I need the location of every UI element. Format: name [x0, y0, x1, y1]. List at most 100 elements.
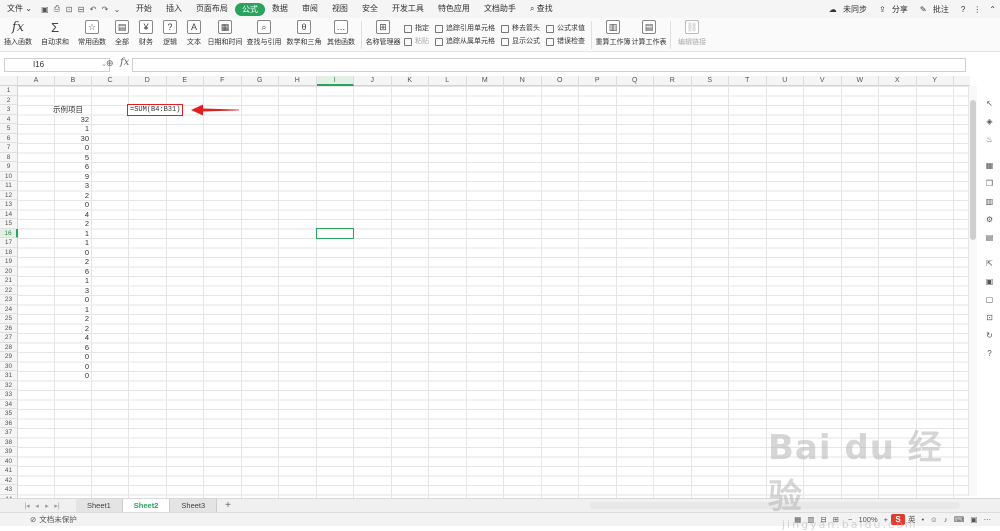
row-header-11[interactable]: 11 — [0, 181, 18, 191]
column-header-X[interactable]: X — [879, 76, 917, 86]
sidebar-tool-icon[interactable]: ❒ — [984, 178, 995, 189]
add-sheet-button[interactable]: + — [217, 500, 239, 511]
name-manager-button[interactable]: ⊞ 名称管理器 — [365, 18, 401, 52]
column-header-V[interactable]: V — [804, 76, 842, 86]
sheet-tab-3[interactable]: Sheet3 — [170, 499, 218, 512]
sync-status-button[interactable]: ☁ 未同步 — [825, 4, 875, 15]
value-cell[interactable]: 0 — [55, 352, 92, 362]
value-cell[interactable]: 2 — [55, 324, 92, 334]
evaluate-formula-button[interactable]: 公式求值 — [546, 22, 585, 35]
value-cell[interactable]: 6 — [55, 343, 92, 353]
column-header-M[interactable]: M — [467, 76, 504, 86]
row-header-10[interactable]: 10 — [0, 171, 18, 181]
math-trig-button[interactable]: θ 数学和三角 — [284, 18, 324, 52]
sidebar-tool-icon[interactable]: ⇱ — [984, 258, 995, 269]
logic-button[interactable]: ? 逻辑 — [158, 18, 182, 52]
value-cell[interactable]: 4 — [55, 210, 92, 220]
sidebar-tool-icon[interactable]: ▤ — [984, 232, 995, 243]
row-header-36[interactable]: 36 — [0, 418, 18, 428]
value-cell[interactable]: 4 — [55, 333, 92, 343]
sidebar-tool-icon[interactable]: ? — [984, 348, 995, 359]
trace-precedents-button[interactable]: 追踪引用单元格 — [435, 22, 495, 35]
comment-button[interactable]: ✎ 批注 — [916, 4, 957, 15]
row-header-31[interactable]: 31 — [0, 371, 18, 381]
insert-function-button[interactable]: fx 插入函数 — [0, 18, 36, 52]
value-cell[interactable]: 2 — [55, 257, 92, 267]
row-header-42[interactable]: 42 — [0, 475, 18, 485]
row-header-28[interactable]: 28 — [0, 342, 18, 352]
file-menu[interactable]: 文件 ⌄ — [0, 0, 39, 18]
column-header-I[interactable]: I — [316, 76, 354, 86]
sidebar-tool-icon[interactable]: ▣ — [984, 276, 995, 287]
row-header-17[interactable]: 17 — [0, 238, 18, 248]
share-button[interactable]: ⇪ 分享 — [875, 4, 916, 15]
column-header-O[interactable]: O — [542, 76, 579, 86]
more-icon[interactable]: ⋮ — [969, 5, 985, 14]
tab-4[interactable]: 数据 — [265, 0, 295, 18]
finance-button[interactable]: ¥ 财务 — [134, 18, 158, 52]
sheet-tab-2[interactable]: Sheet2 — [122, 499, 171, 512]
other-functions-button[interactable]: … 其他函数 — [324, 18, 358, 52]
quick-access-icon[interactable]: ↶ — [87, 5, 99, 14]
sheet-tab-1[interactable]: Sheet1 — [76, 499, 123, 512]
value-cell[interactable]: 3 — [55, 286, 92, 296]
tab-7[interactable]: 安全 — [355, 0, 385, 18]
calc-sheet-button[interactable]: ▤ 计算工作表 — [631, 18, 667, 52]
scroll-thumb[interactable] — [970, 100, 976, 240]
row-header-6[interactable]: 6 — [0, 133, 18, 143]
value-cell[interactable]: 6 — [55, 162, 92, 172]
fx-icon[interactable]: fx — [120, 57, 129, 68]
column-header-N[interactable]: N — [504, 76, 542, 86]
row-header-14[interactable]: 14 — [0, 209, 18, 219]
sidebar-tool-icon[interactable]: ↻ — [984, 330, 995, 341]
column-header-J[interactable]: J — [354, 76, 392, 86]
sidebar-tool-icon[interactable]: ▥ — [984, 196, 995, 207]
row-header-43[interactable]: 43 — [0, 485, 18, 495]
define-name-button[interactable]: 指定 — [404, 22, 429, 35]
quick-access-icon[interactable]: ⌄ — [111, 5, 123, 14]
tab-nav-arrow[interactable]: |◂ — [22, 502, 32, 510]
value-cell[interactable]: 6 — [55, 267, 92, 277]
column-header-H[interactable]: H — [279, 76, 317, 86]
tab-10[interactable]: 文档助手 — [477, 0, 523, 18]
value-cell[interactable]: 0 — [55, 295, 92, 305]
row-header-38[interactable]: 38 — [0, 437, 18, 447]
all-functions-button[interactable]: ▤ 全部 — [110, 18, 134, 52]
error-check-button[interactable]: 错误检查 — [546, 35, 585, 48]
collapse-ribbon-icon[interactable]: ⌃ — [985, 5, 1000, 14]
value-cell[interactable]: 2 — [55, 219, 92, 229]
column-header-R[interactable]: R — [654, 76, 692, 86]
formula-input[interactable] — [132, 58, 966, 72]
row-header-24[interactable]: 24 — [0, 304, 18, 314]
tab-nav-arrow[interactable]: ◂ — [32, 502, 42, 510]
value-cell[interactable]: 30 — [55, 134, 92, 144]
row-header-30[interactable]: 30 — [0, 361, 18, 371]
tab-9[interactable]: 特色应用 — [431, 0, 477, 18]
column-header-S[interactable]: S — [692, 76, 729, 86]
sidebar-tool-icon[interactable]: ▢ — [984, 294, 995, 305]
column-header-U[interactable]: U — [767, 76, 804, 86]
value-cell[interactable]: 0 — [55, 200, 92, 210]
row-header-41[interactable]: 41 — [0, 466, 18, 476]
quick-access-icon[interactable]: ↷ — [99, 5, 111, 14]
sidebar-tool-icon[interactable]: ↖ — [984, 98, 995, 109]
row-header-5[interactable]: 5 — [0, 124, 18, 134]
value-cell[interactable]: 32 — [55, 115, 92, 125]
select-all-corner[interactable] — [0, 76, 18, 86]
column-header-Y[interactable]: Y — [917, 76, 954, 86]
row-header-9[interactable]: 9 — [0, 162, 18, 172]
remove-arrows-button[interactable]: 移去箭头 — [501, 22, 540, 35]
row-header-25[interactable]: 25 — [0, 314, 18, 324]
name-box[interactable]: I16 ⌄ — [4, 58, 110, 72]
zoom-icon[interactable]: ⊕ — [106, 58, 114, 69]
edit-links-button[interactable]: ⛓ 编辑链接 — [674, 18, 710, 52]
row-header-33[interactable]: 33 — [0, 390, 18, 400]
active-cell-selection[interactable] — [315, 228, 354, 239]
recalc-workbook-button[interactable]: ▥ 重算工作簿 — [595, 18, 631, 52]
header-cell[interactable]: 示例项目 — [53, 105, 93, 115]
value-cell[interactable]: 1 — [55, 276, 92, 286]
sidebar-tool-icon[interactable]: ▦ — [984, 160, 995, 171]
column-header-E[interactable]: E — [167, 76, 204, 86]
row-header-40[interactable]: 40 — [0, 456, 18, 466]
value-cell[interactable]: 1 — [55, 124, 92, 134]
